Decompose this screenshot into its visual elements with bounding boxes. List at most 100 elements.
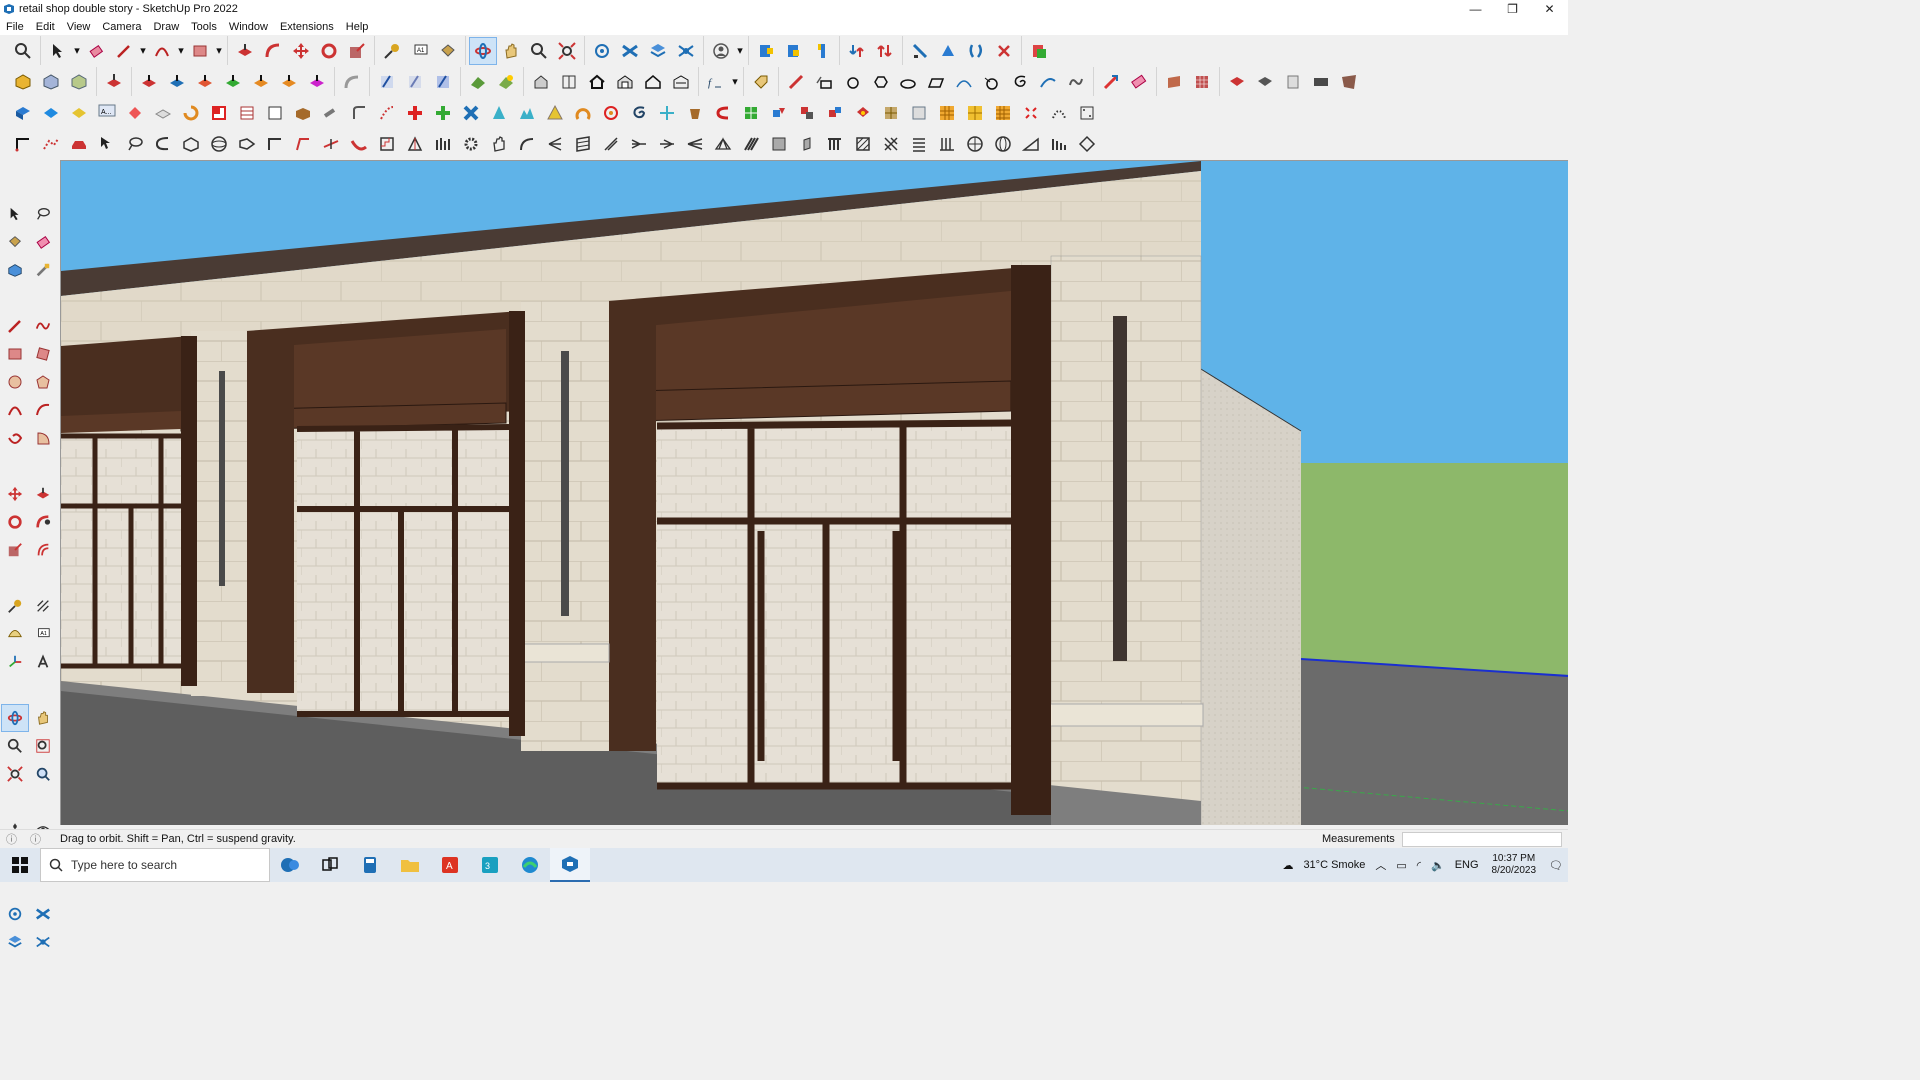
terrain-icon[interactable]	[464, 68, 492, 96]
section-fill-icon[interactable]	[808, 37, 836, 65]
file-explorer-icon[interactable]	[390, 848, 430, 882]
menu-edit[interactable]: Edit	[30, 21, 61, 33]
shape-ellipse-icon[interactable]	[894, 68, 922, 96]
follow-me-tool-icon[interactable]	[29, 508, 57, 536]
offset-icon[interactable]	[345, 99, 373, 127]
globe-grid-icon[interactable]	[961, 130, 989, 158]
house-icon[interactable]	[583, 68, 611, 96]
diamond-icon[interactable]	[1073, 130, 1101, 158]
chevron-down-icon[interactable]: ▾	[176, 37, 186, 65]
style-xray-icon[interactable]	[373, 68, 401, 96]
menu-view[interactable]: View	[61, 21, 97, 33]
weather-text[interactable]: 31°C Smoke	[1298, 859, 1370, 871]
sheet-icon[interactable]	[261, 99, 289, 127]
box-yellow-icon[interactable]	[9, 68, 37, 96]
zoom-window-tool-icon[interactable]	[29, 732, 57, 760]
extension-warehouse-icon[interactable]	[616, 37, 644, 65]
shape-arc-icon[interactable]	[950, 68, 978, 96]
fence-icon[interactable]	[933, 130, 961, 158]
shape-hex-icon[interactable]	[866, 68, 894, 96]
shapes-icon[interactable]	[765, 99, 793, 127]
wood-block-icon[interactable]	[289, 99, 317, 127]
warehouse-tool-icon[interactable]	[1, 900, 29, 928]
notification-icon[interactable]: 🗨	[1544, 859, 1568, 872]
garage-icon[interactable]	[667, 68, 695, 96]
line-red-icon[interactable]	[782, 68, 810, 96]
chevron-down-icon[interactable]: ▾	[735, 37, 745, 65]
post-icon[interactable]	[793, 130, 821, 158]
view-front-icon[interactable]	[191, 68, 219, 96]
arc-icon[interactable]	[148, 37, 176, 65]
red-square-icon[interactable]	[205, 99, 233, 127]
warehouse-icon[interactable]	[588, 37, 616, 65]
add-detail-icon[interactable]	[990, 37, 1018, 65]
patterns-icon[interactable]	[877, 99, 905, 127]
solid-light-icon[interactable]	[1279, 68, 1307, 96]
hand-icon[interactable]	[485, 130, 513, 158]
tape-measure-tool-icon[interactable]	[1, 592, 29, 620]
orbit-tool-icon[interactable]	[1, 704, 29, 732]
scale-icon[interactable]	[343, 37, 371, 65]
hills-icon[interactable]	[513, 99, 541, 127]
box-outline-icon[interactable]	[177, 130, 205, 158]
fx-tool-icon[interactable]: f	[702, 68, 730, 96]
hatch-icon[interactable]	[849, 130, 877, 158]
push-pull-tool-icon[interactable]	[29, 480, 57, 508]
corner-red-icon[interactable]	[289, 130, 317, 158]
truss-icon[interactable]	[709, 130, 737, 158]
cone-icon[interactable]	[485, 99, 513, 127]
blue-plane-icon[interactable]	[37, 99, 65, 127]
rotated-rectangle-icon[interactable]	[29, 340, 57, 368]
view-right-icon[interactable]	[219, 68, 247, 96]
yellow-plane-icon[interactable]	[65, 99, 93, 127]
three-point-arc-icon[interactable]	[1, 424, 29, 452]
calculator-app-icon[interactable]	[350, 848, 390, 882]
extension-cursor-icon[interactable]	[93, 130, 121, 158]
chevron-down-icon[interactable]: ▾	[214, 37, 224, 65]
line-tool-icon[interactable]	[1, 312, 29, 340]
extension-manager-tool-icon[interactable]	[29, 928, 57, 956]
polygon-tool-icon[interactable]	[29, 368, 57, 396]
battery-icon[interactable]: ▭	[1391, 859, 1411, 872]
arrow-fan-icon[interactable]	[541, 130, 569, 158]
shape-parallelogram-icon[interactable]	[922, 68, 950, 96]
red-cross-icon[interactable]	[401, 99, 429, 127]
box-gray-icon[interactable]	[37, 68, 65, 96]
spiral-icon[interactable]	[625, 99, 653, 127]
globe-lines-icon[interactable]	[989, 130, 1017, 158]
corner-icon[interactable]	[261, 130, 289, 158]
terrain-add-icon[interactable]	[492, 68, 520, 96]
language-indicator[interactable]: ENG	[1450, 859, 1484, 871]
view-left-icon[interactable]	[275, 68, 303, 96]
green-grid-icon[interactable]	[737, 99, 765, 127]
solid-texture-icon[interactable]	[1307, 68, 1335, 96]
zoom-search-icon[interactable]	[9, 37, 37, 65]
view-back-icon[interactable]	[247, 68, 275, 96]
building-icon[interactable]	[527, 68, 555, 96]
crosshatch-icon[interactable]	[877, 130, 905, 158]
select-icon[interactable]	[44, 37, 72, 65]
pie-tool-icon[interactable]	[29, 424, 57, 452]
menu-help[interactable]: Help	[340, 21, 375, 33]
chevron-up-icon[interactable]: ︿	[1370, 857, 1391, 873]
pencil-line-icon[interactable]	[110, 37, 138, 65]
eraser-tool-icon[interactable]	[29, 228, 57, 256]
tag-tool-icon[interactable]	[29, 256, 57, 284]
roof-icon[interactable]	[611, 68, 639, 96]
orange-cells-icon[interactable]	[989, 99, 1017, 127]
stamp-icon[interactable]	[934, 37, 962, 65]
lasso-select-icon[interactable]	[29, 200, 57, 228]
move-cross-icon[interactable]	[653, 99, 681, 127]
redshift-icon[interactable]	[1097, 68, 1125, 96]
shape-circle-icon[interactable]	[838, 68, 866, 96]
eraser-icon[interactable]	[82, 37, 110, 65]
shape-spiral-icon[interactable]	[1006, 68, 1034, 96]
minimize-button[interactable]: —	[1457, 0, 1494, 18]
line-node-icon[interactable]	[9, 130, 37, 158]
menu-camera[interactable]: Camera	[96, 21, 147, 33]
eraser-pink-icon[interactable]	[1125, 68, 1153, 96]
split-alt-icon[interactable]	[653, 130, 681, 158]
info-icon[interactable]: ⓘ	[6, 831, 17, 847]
paint-bucket-tool-icon[interactable]	[1, 228, 29, 256]
two-point-arc-icon[interactable]	[29, 396, 57, 424]
